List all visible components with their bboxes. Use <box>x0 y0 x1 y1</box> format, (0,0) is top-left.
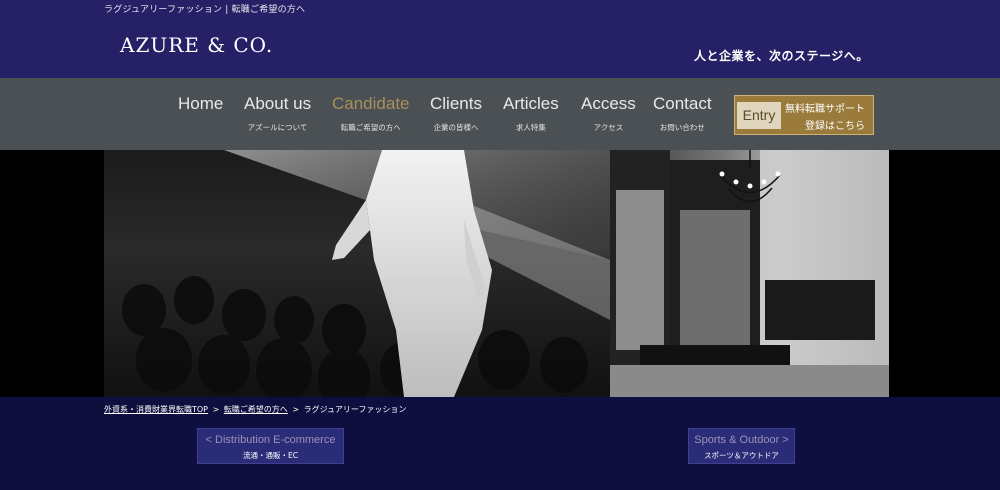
next-category-button[interactable]: Sports & Outdoor > スポーツ＆アウトドア <box>688 428 795 464</box>
nav-item-label: About us <box>244 94 312 113</box>
nav-item-articles[interactable]: Articles 求人特集 <box>503 94 559 133</box>
nav-item-sublabel: アクセス <box>593 123 624 132</box>
entry-support-text: 無料転職サポート <box>785 104 865 115</box>
breadcrumb-link-candidate[interactable]: 転職ご希望の方へ <box>224 405 288 414</box>
boutique-photo <box>610 150 889 397</box>
nav-item-sublabel: 求人特集 <box>515 123 546 132</box>
nav-item-about[interactable]: About us アズールについて <box>244 94 311 133</box>
entry-label: Entry <box>737 102 781 129</box>
nav-item-label: Candidate <box>332 94 410 113</box>
prev-category-title: < Distribution E-commerce <box>205 434 336 446</box>
nav-item-label: Access <box>581 94 636 113</box>
nav-item-label: Articles <box>503 94 559 113</box>
breadcrumb-current: ラグジュアリーファッション <box>303 405 407 414</box>
prev-category-sub: 流通・通販・EC <box>243 451 298 460</box>
nav-item-sublabel: 転職ご希望の方へ <box>340 123 401 132</box>
next-category-sub: スポーツ＆アウトドア <box>704 451 779 460</box>
site-tagline: 人と企業を、次のステージへ。 <box>694 49 869 63</box>
site-header: ラグジュアリーファッション | 転職ご希望の方へ AZURE & CO. 人と企… <box>0 0 1000 78</box>
boutique-illustration <box>610 150 889 397</box>
nav-item-label: Contact <box>653 94 712 113</box>
breadcrumb-separator: > <box>292 405 300 414</box>
nav-item-access[interactable]: Access アクセス <box>581 94 636 133</box>
nav-item-contact[interactable]: Contact お問い合わせ <box>653 94 712 133</box>
breadcrumb-link-top[interactable]: 外資系・消費財業界転職TOP <box>104 405 208 414</box>
nav-item-sublabel: アズールについて <box>247 123 308 132</box>
page-heading-note: ラグジュアリーファッション | 転職ご希望の方へ <box>104 5 306 15</box>
nav-item-home[interactable]: Home <box>178 94 223 114</box>
nav-item-clients[interactable]: Clients 企業の皆様へ <box>430 94 482 133</box>
runway-illustration <box>122 150 610 397</box>
entry-register-text: 登録はこちら <box>805 121 865 132</box>
breadcrumb: 外資系・消費財業界転職TOP > 転職ご希望の方へ > ラグジュアリーファッショ… <box>104 404 406 415</box>
hero-banner <box>0 150 1000 397</box>
nav-item-label: Clients <box>430 94 482 113</box>
runway-photo <box>104 150 610 397</box>
next-category-title: Sports & Outdoor > <box>694 434 789 446</box>
entry-button[interactable]: Entry 無料転職サポート 登録はこちら <box>734 95 874 135</box>
nav-item-label: Home <box>178 94 224 113</box>
breadcrumb-separator: > <box>212 405 220 414</box>
nav-item-candidate[interactable]: Candidate 転職ご希望の方へ <box>332 94 410 133</box>
nav-item-sublabel: お問い合わせ <box>659 123 705 132</box>
prev-category-button[interactable]: < Distribution E-commerce 流通・通販・EC <box>197 428 344 464</box>
nav-item-sublabel: 企業の皆様へ <box>433 123 479 132</box>
site-logo[interactable]: AZURE & CO. <box>120 33 273 57</box>
